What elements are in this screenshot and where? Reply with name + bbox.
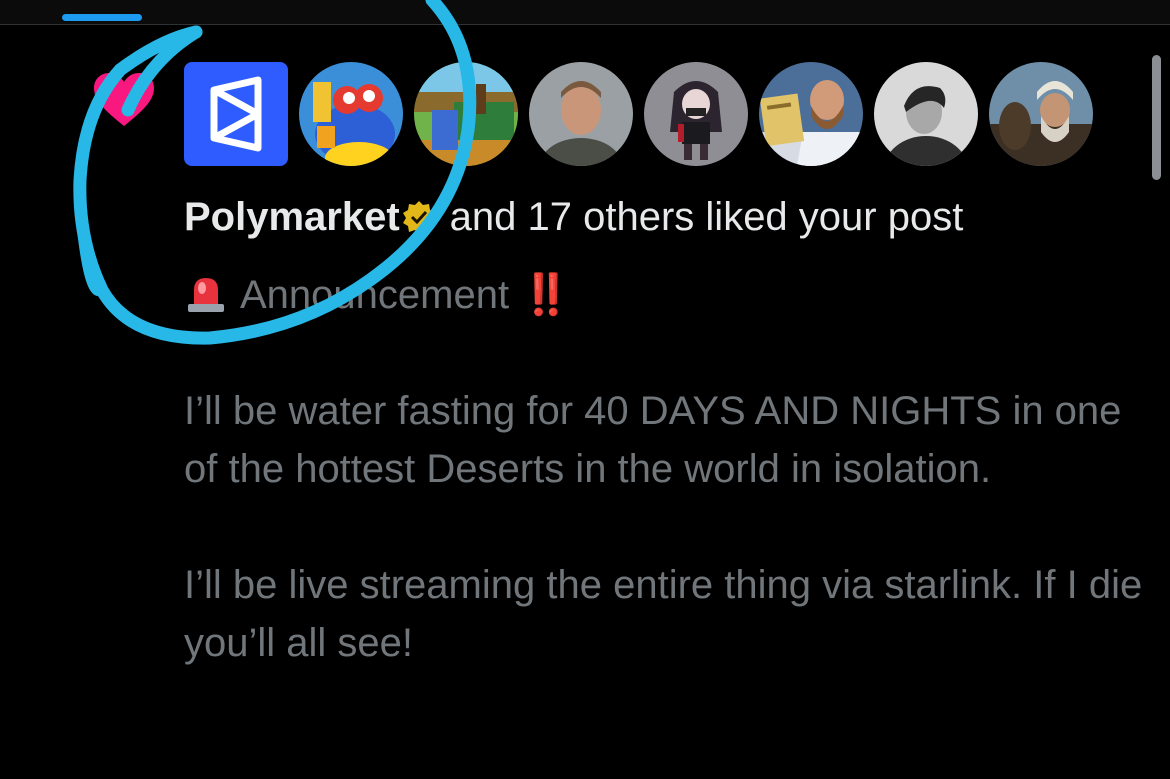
avatar-8[interactable] <box>989 62 1093 166</box>
heart-icon <box>94 73 154 126</box>
post-paragraph-2: I’ll be live streaming the entire thing … <box>184 563 1143 665</box>
liker-name-link[interactable]: Polymarket <box>184 195 400 239</box>
avatar-2[interactable] <box>299 62 403 166</box>
polymarket-logo-icon <box>184 62 288 166</box>
pixel-art-avatar-icon <box>414 62 518 166</box>
post-paragraph-1: I’ll be water fasting for 40 DAYS AND NI… <box>184 389 1122 491</box>
top-tab-bar <box>0 0 1170 25</box>
announcement-line: Announcement ‼️ <box>184 266 1144 324</box>
liked-summary: Polymarket and 17 others liked your post <box>184 192 963 242</box>
announcement-label: Announcement <box>240 273 510 317</box>
avatar-3[interactable] <box>414 62 518 166</box>
avatar-5[interactable] <box>644 62 748 166</box>
photo-avatar-icon <box>759 62 863 166</box>
police-light-icon <box>188 278 224 312</box>
liked-post-preview[interactable]: Announcement ‼️ I’ll be water fasting for… <box>184 266 1144 672</box>
photo-avatar-icon <box>874 62 978 166</box>
cartoon-avatar-icon <box>299 62 403 166</box>
avatar-4[interactable] <box>529 62 633 166</box>
photo-avatar-icon <box>529 62 633 166</box>
active-tab-indicator <box>62 14 142 21</box>
anime-avatar-icon <box>644 62 748 166</box>
double-exclamation-icon: ‼️ <box>521 273 571 317</box>
avatar-7[interactable] <box>874 62 978 166</box>
avatar-6[interactable] <box>759 62 863 166</box>
avatar-polymarket[interactable] <box>184 62 288 166</box>
liked-summary-text: and 17 others liked your post <box>449 195 964 239</box>
verified-badge-icon <box>402 201 435 233</box>
photo-avatar-icon <box>989 62 1093 166</box>
scrollbar[interactable] <box>1152 55 1161 180</box>
